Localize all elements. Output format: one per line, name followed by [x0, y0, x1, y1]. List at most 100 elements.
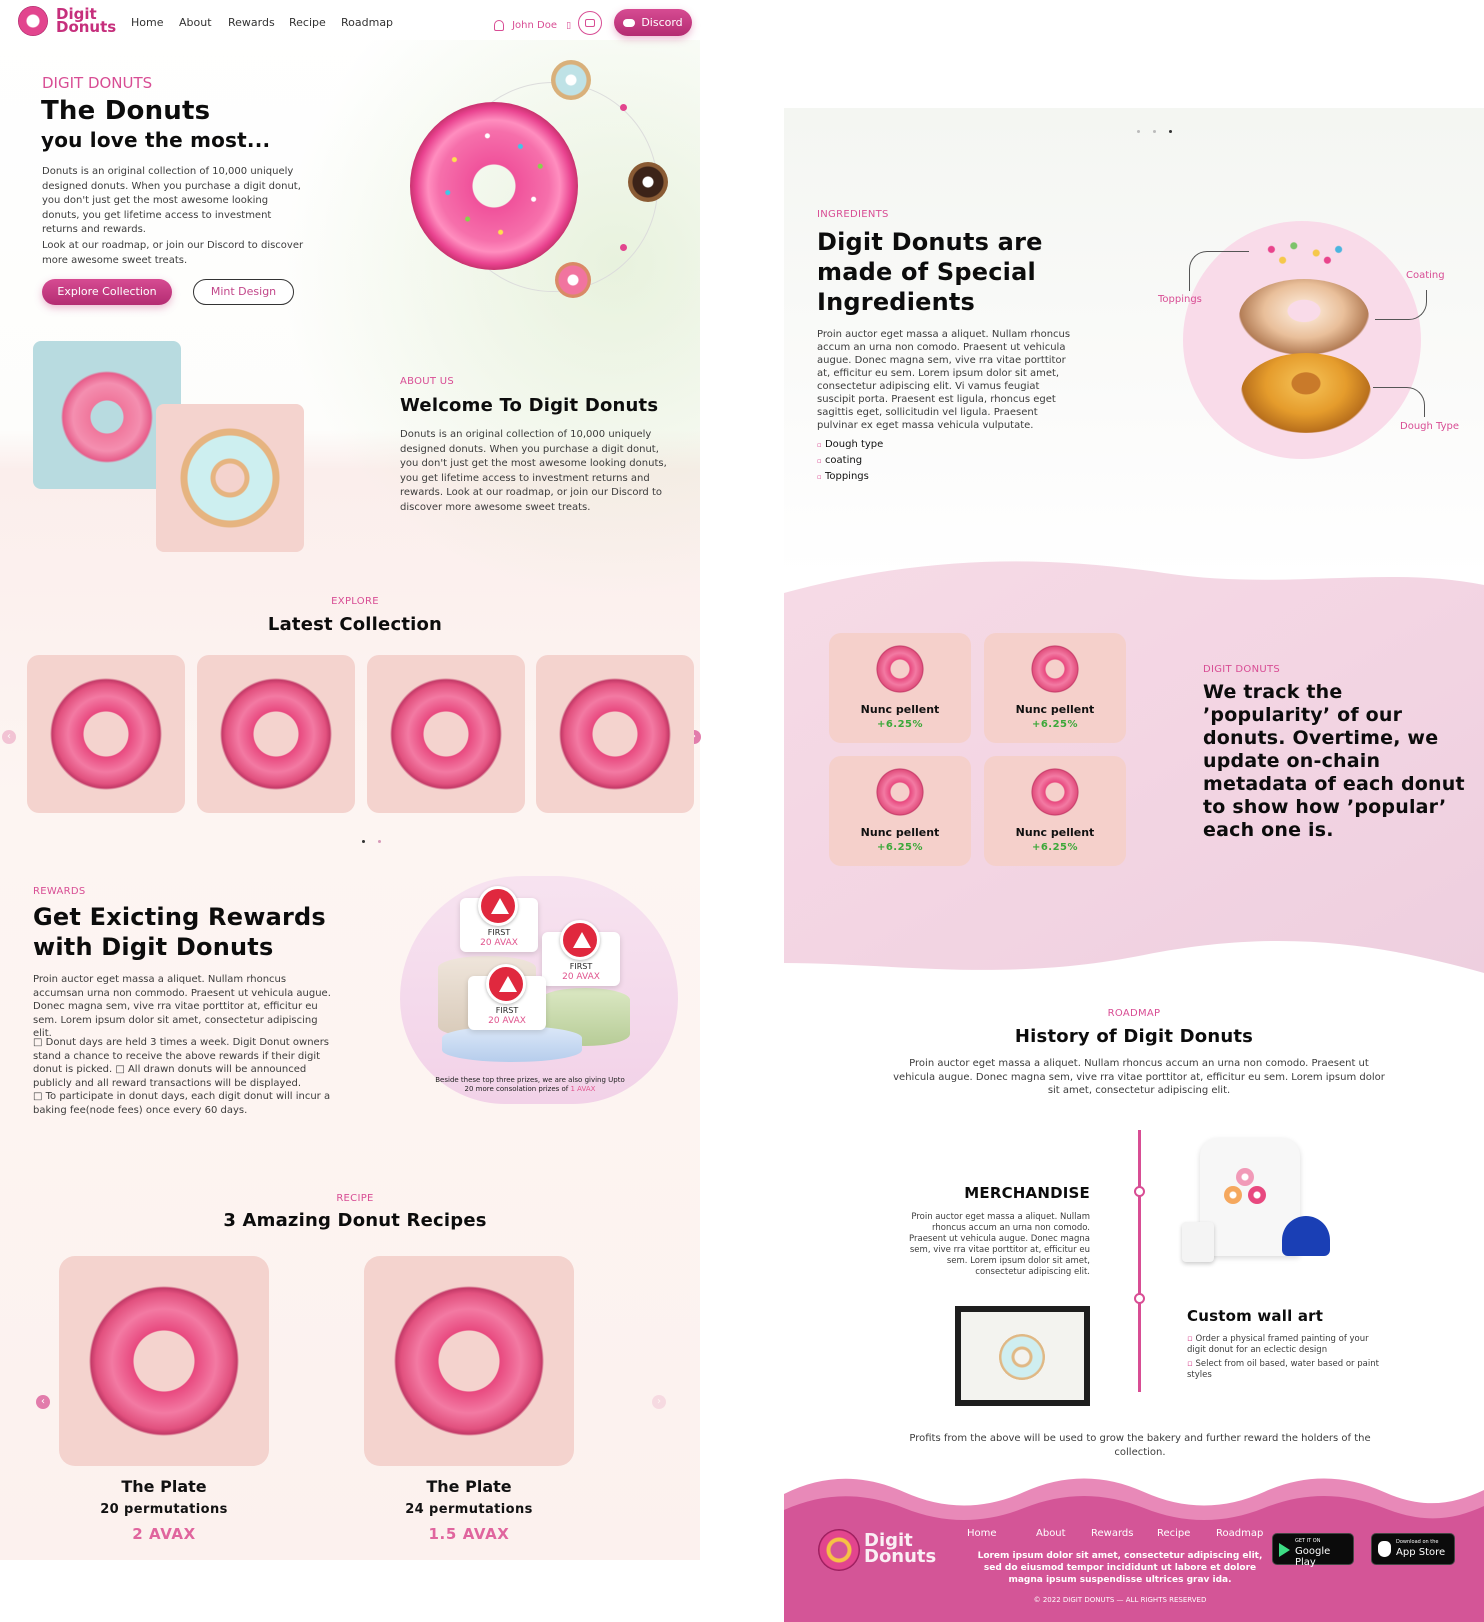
app-store-small: Download on the: [1396, 1539, 1439, 1545]
recipes-eyebrow: RECIPE: [336, 1193, 374, 1204]
nav-rewards[interactable]: Rewards: [228, 16, 275, 29]
toppings-leader-line: [1189, 251, 1249, 291]
footer-link-about[interactable]: About: [1036, 1528, 1066, 1539]
orbit-dot-1: [620, 104, 627, 111]
hero-description: Donuts is an original collection of 10,0…: [42, 166, 301, 236]
discord-button[interactable]: Discord: [614, 9, 692, 36]
wallet-icon: [585, 19, 595, 27]
hero-pink-donut: [410, 102, 578, 270]
popularity-card[interactable]: Nunc pellent +6.25%: [829, 756, 971, 866]
carousel-dots: [1137, 130, 1177, 134]
collection-dot[interactable]: [378, 840, 381, 843]
timeline-node: [1134, 1186, 1145, 1197]
collection-dot-active[interactable]: [362, 840, 365, 843]
recipe-name: The Plate: [426, 1477, 512, 1496]
ingredient-item: ▫ Toppings: [817, 471, 869, 482]
wall-art-item: ▫ Order a physical framed painting of yo…: [1187, 1334, 1369, 1355]
ingredients-description: Proin auctor eget massa a aliquet. Nulla…: [817, 329, 1071, 431]
ingredients-title-3: Ingredients: [817, 288, 976, 316]
logo-text: Digit Donuts: [56, 5, 117, 36]
popularity-card-name: Nunc pellent: [860, 703, 940, 716]
collection-donut-image: [390, 678, 502, 790]
roadmap-eyebrow: ROADMAP: [1107, 1008, 1161, 1019]
ingredients-eyebrow: INGREDIENTS: [817, 209, 889, 220]
nav-home[interactable]: Home: [131, 16, 163, 29]
orbit-donut-chocolate: [628, 162, 668, 202]
nav-about[interactable]: About: [179, 16, 212, 29]
collection-donut-image: [50, 678, 162, 790]
roadmap-description: Proin auctor eget massa a aliquet. Nulla…: [893, 1058, 1385, 1096]
discord-icon: [623, 19, 636, 27]
collection-card[interactable]: [536, 655, 694, 813]
collection-donut-image: [559, 678, 671, 790]
user-icon: [494, 20, 504, 31]
collection-prev-arrow[interactable]: ‹: [2, 730, 16, 744]
popularity-card[interactable]: Nunc pellent +6.25%: [984, 756, 1126, 866]
ingredient-item: ▫ coating: [817, 455, 863, 466]
shirt-donut: [1224, 1186, 1242, 1204]
about-description: Donuts is an original collection of 10,0…: [400, 429, 667, 513]
dough-image: [1241, 353, 1371, 433]
recipe-card[interactable]: [59, 1256, 269, 1466]
user-name: John Doe: [512, 20, 557, 31]
wallet-button[interactable]: [578, 11, 602, 35]
popularity-card[interactable]: Nunc pellent +6.25%: [984, 633, 1126, 743]
popularity-donut-image: [1031, 645, 1079, 693]
carousel-dot[interactable]: [1153, 130, 1156, 133]
mint-design-button[interactable]: Mint Design: [193, 279, 294, 305]
rewards-title-2: with Digit Donuts: [33, 933, 274, 961]
dough-type-label: Dough Type: [1400, 421, 1459, 432]
footer-link-rewards[interactable]: Rewards: [1091, 1528, 1133, 1539]
recipe-card[interactable]: [364, 1256, 574, 1466]
footer-logo[interactable]: Digit Donuts: [818, 1527, 936, 1573]
carousel-dot-active[interactable]: [1169, 130, 1172, 133]
rewards-podium-illustration: FIRST 20 AVAX FIRST 20 AVAX FIRST 20 AVAX B…: [390, 876, 680, 1108]
recipe-price: 1.5 AVAX: [428, 1525, 510, 1543]
recipe-donut-image: [89, 1286, 239, 1436]
recipes-prev-arrow[interactable]: ‹: [36, 1395, 50, 1409]
explore-collection-button[interactable]: Explore Collection: [42, 279, 172, 305]
ingredients-title-2: made of Special: [817, 258, 1036, 286]
popularity-card[interactable]: Nunc pellent +6.25%: [829, 633, 971, 743]
popularity-text: We track the ’popularity’ of our donuts.…: [1203, 681, 1465, 841]
footer-logo-donut-icon: [818, 1529, 860, 1571]
about-blue-donut: [180, 428, 280, 528]
ingredients-illustration: Toppings Coating Dough Type: [1158, 215, 1465, 460]
coating-leader-line: [1375, 290, 1427, 320]
about-pink-donut: [61, 371, 153, 463]
avax-icon: [486, 964, 526, 1004]
orbit-donut-pink-small: [555, 262, 591, 298]
carousel-dot[interactable]: [1137, 130, 1140, 133]
wall-art-frame: [955, 1306, 1090, 1406]
collection-card[interactable]: [27, 655, 185, 813]
collection-card[interactable]: [367, 655, 525, 813]
popularity-card-name: Nunc pellent: [1015, 826, 1095, 839]
recipes-next-arrow[interactable]: ›: [652, 1395, 666, 1409]
footer-link-home[interactable]: Home: [967, 1528, 997, 1539]
about-eyebrow: ABOUT US: [400, 376, 455, 387]
nav-roadmap[interactable]: Roadmap: [341, 16, 393, 29]
hero-eyebrow: DIGIT DONUTS: [42, 74, 153, 92]
roadmap-title: History of Digit Donuts: [1014, 1026, 1254, 1047]
user-menu[interactable]: John Doe ▯: [494, 15, 571, 31]
timeline-line: [1138, 1130, 1141, 1392]
toppings-image: [1249, 235, 1361, 271]
app-store-button[interactable]: Download on the App Store: [1371, 1533, 1455, 1565]
shirt-donut: [1248, 1186, 1266, 1204]
site-logo[interactable]: Digit Donuts: [18, 4, 117, 38]
popularity-card-change: +6.25%: [1031, 719, 1079, 730]
footer-link-recipe[interactable]: Recipe: [1157, 1528, 1190, 1539]
coating-image: [1239, 279, 1369, 355]
cap-image: [1282, 1216, 1330, 1256]
avax-icon: [478, 886, 518, 926]
merch-description: Proin auctor eget massa a aliquet. Nulla…: [909, 1212, 1090, 1277]
coating-label: Coating: [1406, 270, 1445, 281]
profits-text: Profits from the above will be used to g…: [909, 1433, 1371, 1458]
google-play-button[interactable]: GET IT ON Google Play: [1272, 1533, 1354, 1568]
recipe-name: The Plate: [121, 1477, 207, 1496]
collection-card[interactable]: [197, 655, 355, 813]
popularity-eyebrow: DIGIT DONUTS: [1203, 664, 1281, 675]
footer-link-roadmap[interactable]: Roadmap: [1216, 1528, 1263, 1539]
orbit-dot-2: [620, 244, 627, 251]
nav-recipe[interactable]: Recipe: [289, 16, 326, 29]
